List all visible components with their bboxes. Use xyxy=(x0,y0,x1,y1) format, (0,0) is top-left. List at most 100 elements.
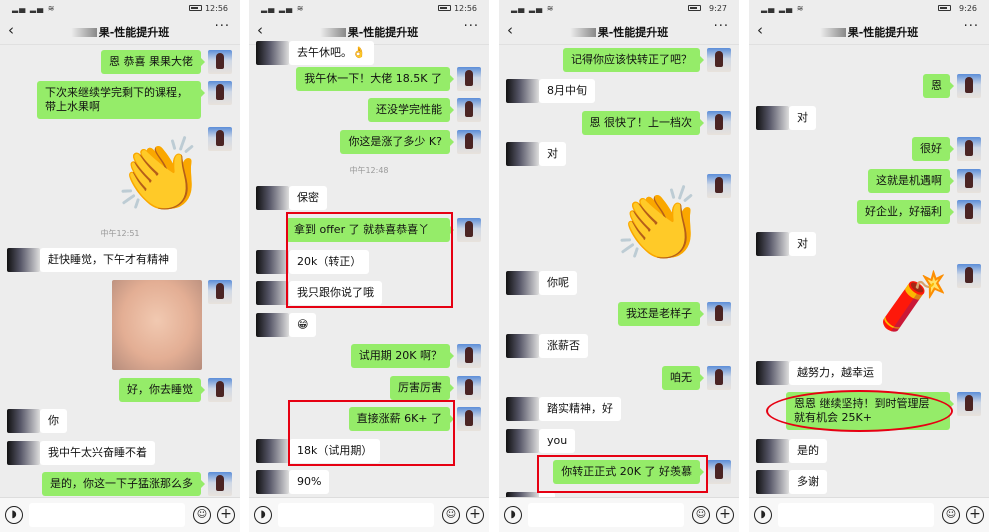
self-avatar[interactable] xyxy=(707,460,731,484)
self-avatar[interactable] xyxy=(957,392,981,416)
message-input[interactable] xyxy=(528,503,684,527)
contact-avatar[interactable] xyxy=(756,106,789,130)
voice-icon[interactable]: ◗ xyxy=(754,506,772,524)
message-bubble[interactable]: 我中午太兴奋睡不着 xyxy=(40,441,155,465)
message-bubble[interactable]: 你呢 xyxy=(539,271,577,295)
message-bubble[interactable]: 恩 恭喜 果果大佬 xyxy=(101,50,205,74)
more-options-button[interactable]: ··· xyxy=(964,19,979,34)
emoji-icon[interactable]: ☺ xyxy=(193,506,211,524)
voice-icon[interactable]: ◗ xyxy=(254,506,272,524)
contact-avatar[interactable] xyxy=(256,439,289,463)
message-bubble[interactable]: 我还是老样子 xyxy=(618,302,704,326)
message-bubble[interactable]: 你这是涨了多少 K? xyxy=(340,130,454,154)
contact-avatar[interactable] xyxy=(256,41,289,65)
message-bubble[interactable]: 下次来继续学完剩下的课程，带上水果啊 xyxy=(37,81,205,119)
contact-avatar[interactable] xyxy=(506,334,539,358)
contact-avatar[interactable] xyxy=(756,361,789,385)
self-avatar[interactable] xyxy=(457,218,481,242)
contact-avatar[interactable] xyxy=(256,281,289,305)
message-bubble[interactable]: 这就是机遇啊 xyxy=(868,169,954,193)
message-bubble[interactable]: 越努力，越幸运 xyxy=(789,361,882,385)
message-bubble[interactable]: 多谢 xyxy=(789,470,827,494)
self-avatar[interactable] xyxy=(208,472,232,496)
message-bubble[interactable]: 记得你应该快转正了吧？ xyxy=(563,48,704,72)
contact-avatar[interactable] xyxy=(256,250,289,274)
message-bubble[interactable]: 涨薪否 xyxy=(539,334,588,358)
message-bubble[interactable]: 赶快睡觉，下午才有精神 xyxy=(40,248,177,272)
self-avatar[interactable] xyxy=(707,174,731,198)
message-bubble[interactable]: 对 xyxy=(789,106,816,130)
plus-icon[interactable]: + xyxy=(217,506,235,524)
more-options-button[interactable]: ··· xyxy=(464,19,479,34)
self-avatar[interactable] xyxy=(957,137,981,161)
self-avatar[interactable] xyxy=(457,67,481,91)
emoji-icon[interactable]: ☺ xyxy=(942,506,960,524)
self-avatar[interactable] xyxy=(457,344,481,368)
emoji-icon[interactable]: ☺ xyxy=(692,506,710,524)
message-bubble[interactable]: 保密 xyxy=(289,186,327,210)
self-avatar[interactable] xyxy=(707,302,731,326)
contact-avatar[interactable] xyxy=(756,439,789,463)
plus-icon[interactable]: + xyxy=(966,506,984,524)
message-input[interactable] xyxy=(778,503,934,527)
message-bubble[interactable]: 8月中旬 xyxy=(539,79,595,103)
message-bubble[interactable]: 😁 xyxy=(289,313,317,337)
message-bubble[interactable]: 你 xyxy=(40,409,67,433)
message-bubble[interactable]: 我午休一下！大佬 18.5K 了 xyxy=(296,67,454,91)
contact-avatar[interactable] xyxy=(506,79,539,103)
emoji-icon[interactable]: ☺ xyxy=(442,506,460,524)
contact-avatar[interactable] xyxy=(7,409,40,433)
message-bubble[interactable]: you xyxy=(539,429,576,453)
more-options-button[interactable]: ··· xyxy=(215,19,230,34)
self-avatar[interactable] xyxy=(707,48,731,72)
message-bubble[interactable]: 很好 xyxy=(912,137,954,161)
plus-icon[interactable]: + xyxy=(466,506,484,524)
message-bubble[interactable]: 对 xyxy=(539,142,566,166)
self-avatar[interactable] xyxy=(957,74,981,98)
message-bubble[interactable]: 90% xyxy=(289,470,330,494)
message-input[interactable] xyxy=(29,503,185,527)
message-bubble[interactable]: 试用期 20K 啊？ xyxy=(350,344,455,368)
contact-avatar[interactable] xyxy=(756,470,789,494)
voice-icon[interactable]: ◗ xyxy=(504,506,522,524)
message-bubble[interactable]: 还没学完性能 xyxy=(368,98,454,122)
baby-photo[interactable] xyxy=(112,280,202,370)
self-avatar[interactable] xyxy=(208,280,232,304)
message-bubble[interactable]: 是的，你这一下子猛涨那么多 xyxy=(42,472,205,496)
contact-avatar[interactable] xyxy=(506,142,539,166)
message-bubble[interactable]: 踏实精神，好 xyxy=(539,397,621,421)
contact-avatar[interactable] xyxy=(7,441,40,465)
plus-icon[interactable]: + xyxy=(716,506,734,524)
contact-avatar[interactable] xyxy=(256,186,289,210)
contact-avatar[interactable] xyxy=(256,313,289,337)
self-avatar[interactable] xyxy=(457,98,481,122)
contact-avatar[interactable] xyxy=(756,232,789,256)
contact-avatar[interactable] xyxy=(506,429,539,453)
message-bubble[interactable]: 是的 xyxy=(789,439,827,463)
message-bubble[interactable]: 去午休吧。👌 xyxy=(289,41,374,65)
self-avatar[interactable] xyxy=(957,264,981,288)
voice-icon[interactable]: ◗ xyxy=(5,506,23,524)
message-bubble[interactable]: 对 xyxy=(789,232,816,256)
contact-avatar[interactable] xyxy=(506,271,539,295)
self-avatar[interactable] xyxy=(457,407,481,431)
self-avatar[interactable] xyxy=(957,169,981,193)
message-bubble[interactable]: 好企业，好福利 xyxy=(857,200,954,224)
more-options-button[interactable]: ··· xyxy=(714,19,729,34)
self-avatar[interactable] xyxy=(957,200,981,224)
self-avatar[interactable] xyxy=(707,366,731,390)
self-avatar[interactable] xyxy=(457,376,481,400)
self-avatar[interactable] xyxy=(208,50,232,74)
self-avatar[interactable] xyxy=(208,81,232,105)
message-bubble[interactable]: 恩 很快了！上一档次 xyxy=(581,111,704,135)
contact-avatar[interactable] xyxy=(256,470,289,494)
message-input[interactable] xyxy=(278,503,434,527)
message-bubble[interactable]: 咱无 xyxy=(662,366,704,390)
self-avatar[interactable] xyxy=(707,111,731,135)
message-bubble[interactable]: 恩 xyxy=(923,74,954,98)
contact-avatar[interactable] xyxy=(506,397,539,421)
message-bubble[interactable]: 好，你去睡觉 xyxy=(119,378,205,402)
message-bubble[interactable]: 厉害厉害 xyxy=(390,376,454,400)
self-avatar[interactable] xyxy=(208,127,232,151)
self-avatar[interactable] xyxy=(457,130,481,154)
